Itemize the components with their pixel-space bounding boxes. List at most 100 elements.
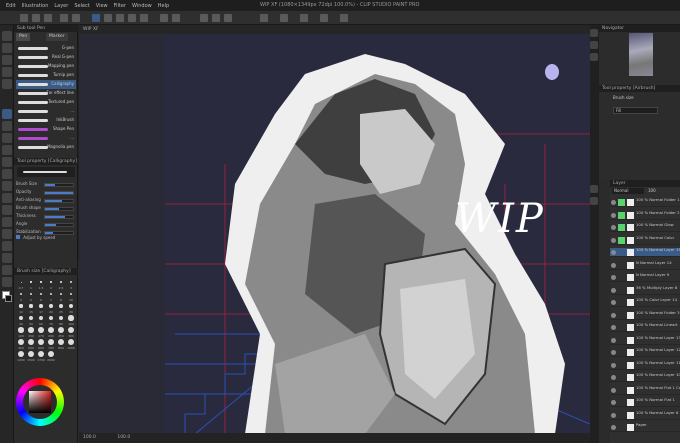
brush-size-cell[interactable]: 50 — [26, 314, 36, 326]
ruler-icon[interactable] — [260, 14, 268, 22]
selection-tool-icon[interactable] — [2, 55, 12, 65]
brush-item[interactable]: InkBrush — [16, 116, 76, 125]
brush-size-cell[interactable]: 500 — [26, 338, 36, 350]
eyedropper-icon[interactable] — [280, 14, 288, 22]
blend-tool-icon[interactable] — [2, 181, 12, 191]
auto-select-tool-icon[interactable] — [2, 67, 12, 77]
figure-tool-icon[interactable] — [2, 217, 12, 227]
menu-help[interactable]: Help — [158, 3, 169, 9]
brush-size-cell[interactable]: 5 — [26, 290, 36, 302]
brush-size-cell[interactable]: 200 — [46, 326, 56, 338]
new-icon[interactable] — [20, 14, 28, 22]
layer-row[interactable]: 100 % Normal Glow — [610, 223, 680, 232]
eye-icon[interactable] — [611, 287, 616, 293]
tab-marker[interactable]: Marker — [46, 33, 68, 41]
zoom-tool-icon[interactable] — [2, 31, 12, 41]
layer-row[interactable]: 100 % Normal Lineart — [610, 323, 680, 332]
rotate-icon[interactable] — [172, 14, 180, 22]
brush-size-cell[interactable]: 700 — [46, 338, 56, 350]
layer-opacity[interactable]: 100 — [648, 188, 676, 194]
brush-size-cell[interactable]: 17 — [36, 302, 46, 314]
canvas-tab[interactable]: WIP XF — [79, 25, 590, 34]
brush-size-cell[interactable]: 120 — [16, 326, 26, 338]
correct-line-tool-icon[interactable] — [2, 277, 12, 287]
brush-size-cell[interactable]: 150 — [26, 326, 36, 338]
transform-icon[interactable] — [92, 14, 100, 22]
eye-icon[interactable] — [611, 250, 616, 255]
deselect-icon[interactable] — [116, 14, 124, 22]
layer-row[interactable]: 100 % Normal Folder 3 — [610, 311, 680, 320]
undo-icon[interactable] — [60, 14, 68, 22]
menu-select[interactable]: Select — [74, 3, 89, 9]
menu-layer[interactable]: Layer — [54, 3, 68, 9]
eye-icon[interactable] — [611, 212, 616, 218]
brush-size-cell[interactable]: 170 — [36, 326, 46, 338]
brush-item[interactable]: Textured pen — [16, 98, 76, 107]
eraser-tool-icon[interactable] — [2, 169, 12, 179]
brush-item[interactable]: G-pen — [16, 44, 76, 53]
layer-row[interactable]: Paper — [610, 423, 680, 432]
brush-item[interactable]: ... — [16, 107, 76, 116]
eye-icon[interactable] — [611, 262, 616, 268]
layer-row[interactable]: 100 % Normal Color — [610, 236, 680, 245]
eye-icon[interactable] — [611, 300, 616, 305]
brush-size-cell[interactable]: 20 — [46, 302, 56, 314]
sub-view-icon[interactable] — [590, 41, 598, 49]
brush-size-cell[interactable]: 600 — [36, 338, 46, 350]
brush-size-cell[interactable]: 1.5 — [36, 278, 46, 290]
brush-size-cell[interactable]: 40 — [16, 314, 26, 326]
brush-item[interactable]: Shape Pen — [16, 125, 76, 134]
brush-size-cell[interactable]: 15 — [26, 302, 36, 314]
redo-icon[interactable] — [72, 14, 80, 22]
layer-icon[interactable] — [340, 14, 348, 22]
move-tool-icon[interactable] — [2, 43, 12, 53]
menu-illustration[interactable]: Illustration — [22, 3, 49, 9]
brush-size-cell[interactable]: 250 — [56, 326, 66, 338]
brush-item[interactable]: Real G-pen — [16, 53, 76, 62]
brush-size-cell[interactable]: 1000 — [66, 338, 76, 350]
brush-size-cell[interactable]: 2 — [46, 278, 56, 290]
property-slider[interactable] — [44, 207, 74, 211]
brush-size-cell[interactable]: 10 — [66, 290, 76, 302]
gradient-tool-icon[interactable] — [2, 205, 12, 215]
brush-size-cell[interactable]: 1500 — [26, 350, 36, 362]
brush-item[interactable]: Turnip pen — [16, 71, 76, 80]
layer-row[interactable]: 100 % Normal Folder 2 — [610, 211, 680, 220]
eye-icon[interactable] — [611, 387, 616, 393]
eye-icon[interactable] — [611, 375, 616, 380]
zoom-readout[interactable]: 100.0 — [83, 435, 96, 440]
menu-edit[interactable]: Edit — [6, 3, 16, 9]
menu-view[interactable]: View — [96, 3, 108, 9]
brush-tool-icon[interactable] — [2, 133, 12, 143]
tab-pen[interactable]: Pen — [16, 33, 31, 41]
adjust-by-speed-checkbox[interactable] — [16, 235, 20, 239]
snap-special-icon[interactable] — [212, 14, 220, 22]
snap-grid-icon[interactable] — [224, 14, 232, 22]
layer-row[interactable]: 100 % Normal Layer 13 — [610, 336, 680, 345]
decoration-tool-icon[interactable] — [2, 157, 12, 167]
open-icon[interactable] — [32, 14, 40, 22]
text-tool-icon[interactable] — [2, 253, 12, 263]
property-slider[interactable] — [44, 215, 74, 219]
color-set-icon[interactable] — [590, 185, 598, 193]
brush-size-cell[interactable]: 4 — [16, 290, 26, 302]
saturation-value-square[interactable] — [29, 391, 51, 413]
navigator-icon[interactable] — [590, 29, 598, 37]
sub-color-swatch[interactable] — [5, 295, 12, 302]
snap-ruler-icon[interactable] — [200, 14, 208, 22]
brush-item[interactable]: For effect line — [16, 89, 76, 98]
brush-item[interactable]: Calligraphy — [16, 80, 76, 89]
property-slider[interactable] — [44, 191, 74, 195]
navigator-thumbnail[interactable] — [629, 33, 653, 76]
brush-size-cell[interactable]: 1200 — [16, 350, 26, 362]
layer-row[interactable]: N Normal Layer 14 — [610, 261, 680, 270]
brush-size-cell[interactable]: 1700 — [36, 350, 46, 362]
adjust-by-speed-row[interactable]: Adjust by speed — [16, 235, 76, 243]
eye-icon[interactable] — [611, 412, 616, 418]
selection-icon[interactable] — [300, 14, 308, 22]
brush-size-cell[interactable]: 1 — [26, 278, 36, 290]
brush-size-cell[interactable]: 60 — [36, 314, 46, 326]
brush-size-cell[interactable]: 2.5 — [56, 278, 66, 290]
fill-tool-icon[interactable] — [2, 193, 12, 203]
layer-property-icon[interactable] — [590, 197, 598, 205]
